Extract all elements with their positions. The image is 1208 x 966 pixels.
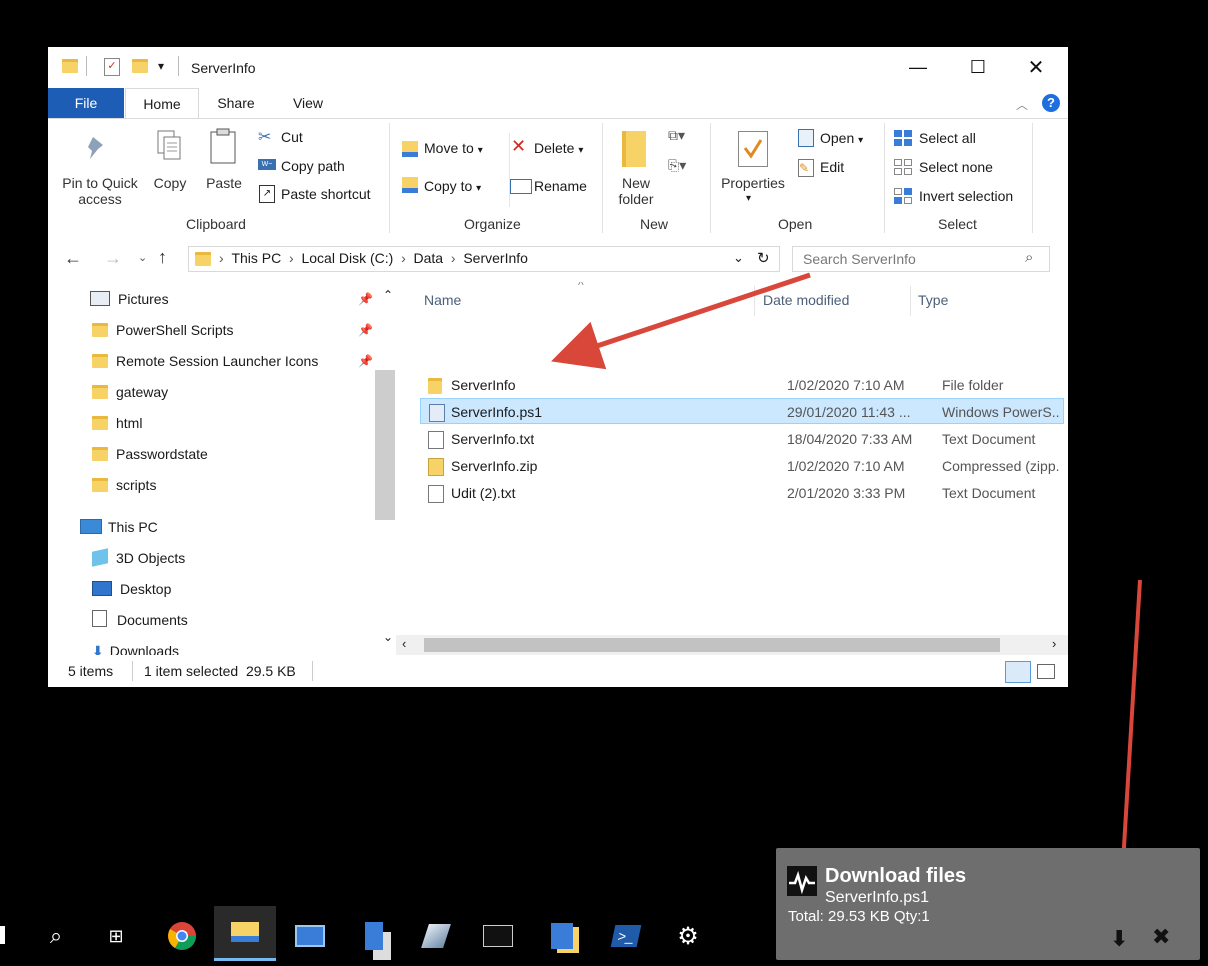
- file-explorer-taskbar-button[interactable]: [214, 906, 276, 961]
- gear-icon[interactable]: ⚙: [670, 918, 706, 954]
- app-icon-blue-card[interactable]: [292, 918, 328, 954]
- toast-filename: ServerInfo.ps1: [825, 889, 930, 906]
- powershell-icon[interactable]: >_: [608, 918, 644, 954]
- start-button[interactable]: [0, 926, 5, 944]
- arrow-to-file: [551, 272, 811, 370]
- download-icon[interactable]: ⬇: [1110, 926, 1128, 952]
- terminal-icon[interactable]: [480, 918, 516, 954]
- taskbar: ⌕ ⊞ >_ ⚙: [0, 906, 780, 966]
- app-icon-prism[interactable]: [418, 918, 454, 954]
- app-icon-network[interactable]: [544, 918, 580, 954]
- arrow-to-download: [1103, 579, 1144, 896]
- toast-summary: Total: 29.53 KB Qty:1: [788, 908, 930, 925]
- download-toast: Download files ServerInfo.ps1 Total: 29.…: [776, 848, 1200, 960]
- annotation-arrows: [551, 272, 1144, 896]
- activity-icon: [787, 866, 817, 896]
- app-icon-server-manager[interactable]: [356, 918, 392, 954]
- task-view-icon[interactable]: ⊞: [98, 918, 134, 954]
- toast-title: Download files: [825, 865, 967, 887]
- search-icon[interactable]: ⌕: [38, 918, 74, 954]
- folder-icon: [231, 922, 259, 942]
- chrome-icon[interactable]: [164, 918, 200, 954]
- close-icon[interactable]: ✖: [1152, 924, 1170, 950]
